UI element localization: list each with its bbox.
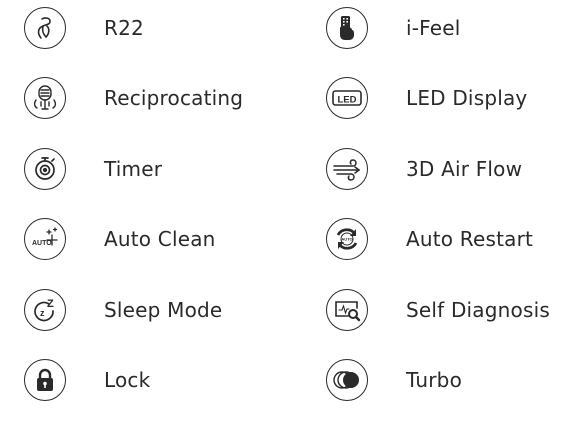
feature-sleep-mode: z Z Sleep Mode [24,288,222,332]
self-diagnosis-icon [326,289,368,331]
feature-label: Lock [104,368,151,392]
feature-reciprocating: Reciprocating [24,76,243,120]
feature-r22: R22 [24,6,144,50]
feature-label: i-Feel [406,16,461,40]
swing-louver-icon [24,77,66,119]
sleep-icon: z Z [24,289,66,331]
feature-label: Auto Restart [406,227,534,251]
air-flow-icon [326,148,368,190]
feature-label: Reciprocating [104,86,244,110]
svg-text:Z: Z [47,298,54,310]
feature-label: Sleep Mode [104,298,223,322]
svg-text:AUTO: AUTO [341,237,352,242]
svg-text:LED: LED [338,95,357,106]
feature-label: LED Display [406,86,528,110]
feature-led-display: LED LED Display [326,76,527,120]
turbo-icon [326,359,368,401]
feature-turbo: Turbo [326,358,462,402]
remote-hand-icon [326,7,368,49]
feature-label: Auto Clean [104,227,216,251]
auto-clean-icon: AUTO [24,218,66,260]
feature-auto-clean: AUTO Auto Clean [24,217,216,261]
feature-label: Timer [104,157,163,181]
feature-self-diagnosis: Self Diagnosis [326,288,550,332]
led-display-icon: LED [326,77,368,119]
feature-timer: Timer [24,147,162,191]
timer-icon [24,148,66,190]
auto-restart-icon: AUTO [326,218,368,260]
feature-auto-restart: AUTO Auto Restart [326,217,533,261]
svg-text:AUTO: AUTO [32,240,52,247]
feature-label: 3D Air Flow [406,157,523,181]
svg-text:z: z [40,308,45,318]
feature-i-feel: i-Feel [326,6,461,50]
feature-label: R22 [104,16,144,40]
feature-lock: Lock [24,358,150,402]
feature-label: Self Diagnosis [406,298,550,322]
leaf-icon [24,7,66,49]
feature-3d-air-flow: 3D Air Flow [326,147,522,191]
lock-icon [24,359,66,401]
feature-label: Turbo [406,368,463,392]
